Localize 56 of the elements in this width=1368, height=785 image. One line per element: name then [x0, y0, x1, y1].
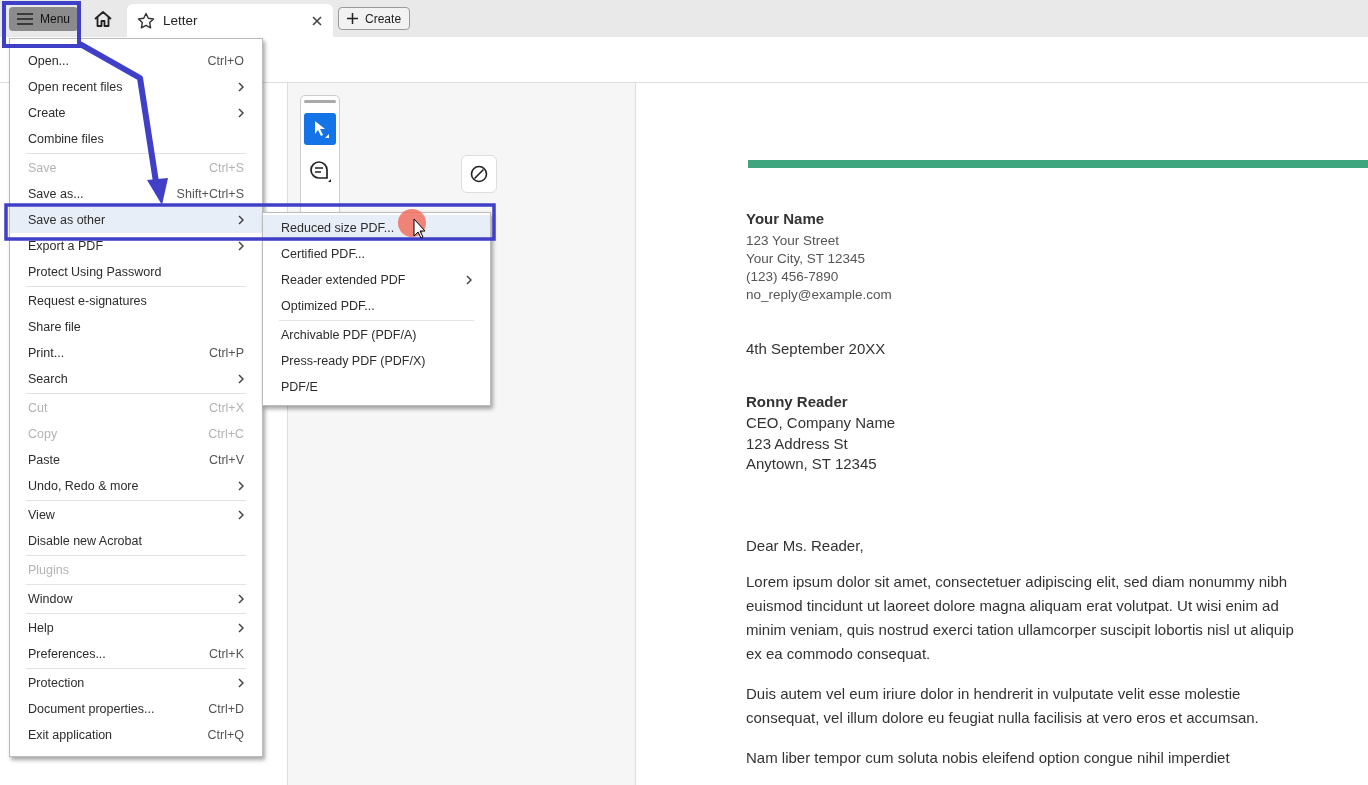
- letter-date: 4th September 20XX: [746, 340, 887, 357]
- sender-address-line: (123) 456-7890: [746, 268, 840, 286]
- menu-item[interactable]: Save as other: [10, 207, 262, 233]
- no-entry-button[interactable]: [461, 155, 497, 193]
- home-icon[interactable]: [93, 9, 114, 28]
- menu-item[interactable]: Window: [10, 586, 262, 612]
- salutation: Dear Ms. Reader,: [746, 536, 865, 554]
- menu-item[interactable]: Combine files: [10, 126, 262, 152]
- prohibited-icon: [470, 165, 488, 183]
- sender-name: Your Name: [746, 210, 826, 227]
- recipient-name: Ronny Reader: [746, 393, 849, 410]
- document-tab[interactable]: Letter: [127, 4, 334, 37]
- menu-item[interactable]: Archivable PDF (PDF/A): [263, 322, 490, 348]
- body-paragraph: Lorem ipsum dolor sit amet, consectetuer adipiscing elit, sed diam nonummy nibh euismod tincidunt ut laoreet dolore magna aliquam erat volutpat. Ut wisi enim ad minim veniam, quis nostrud exerci tation ullamcorper suscipit lobortis nisl ut aliquip ex ea commodo consequat.: [746, 571, 1295, 664]
- plus-icon: [347, 13, 359, 24]
- menu-button[interactable]: Menu: [9, 6, 79, 31]
- menu-item[interactable]: View: [10, 502, 262, 528]
- create-button[interactable]: Create: [338, 7, 411, 30]
- select-tool[interactable]: [304, 113, 336, 145]
- sender-address-line: no_reply@example.com: [746, 286, 893, 304]
- menu-item[interactable]: Help: [10, 615, 262, 641]
- menu-item[interactable]: Share file: [10, 314, 262, 340]
- menu-item[interactable]: Optimized PDF...: [263, 293, 490, 319]
- menu-item[interactable]: Press-ready PDF (PDF/X): [263, 348, 490, 374]
- cursor-icon: [413, 218, 426, 239]
- recipient-address-line: 123 Address St: [746, 433, 849, 454]
- menu-item[interactable]: Exit application Ctrl+Q: [10, 722, 262, 748]
- menu-item[interactable]: Open recent files: [10, 74, 262, 100]
- menu-item[interactable]: Reader extended PDF: [263, 267, 490, 293]
- menu-icon: [17, 12, 33, 25]
- recipient-address-line: Anytown, ST 12345: [746, 454, 878, 474]
- menu-item[interactable]: Search: [10, 366, 262, 392]
- menu-item[interactable]: Paste Ctrl+V: [10, 447, 262, 473]
- menu-item[interactable]: PDF/E: [263, 374, 490, 400]
- menu-item[interactable]: Preferences... Ctrl+K: [10, 641, 262, 667]
- sender-address-line: Your City, ST 12345: [746, 250, 867, 268]
- menu-item[interactable]: Undo, Redo & more: [10, 473, 262, 499]
- recipient-address-line: CEO, Company Name: [746, 413, 897, 433]
- body-paragraph: Nam liber tempor cum soluta nobis eleifend option congue nihil imperdiet: [746, 747, 1231, 768]
- tab-label: Letter: [163, 13, 199, 28]
- menu-item[interactable]: Open... Ctrl+O: [10, 48, 262, 74]
- sender-address-line: 123 Your Street: [746, 232, 841, 250]
- close-icon[interactable]: [311, 14, 324, 27]
- menu-item[interactable]: Document properties... Ctrl+D: [10, 696, 262, 722]
- menu-item[interactable]: Disable new Acrobat: [10, 528, 262, 554]
- star-icon: [137, 11, 156, 30]
- menu-item[interactable]: Request e-signatures: [10, 288, 262, 314]
- menu-item[interactable]: Save as... Shift+Ctrl+S: [10, 181, 262, 207]
- comment-icon: [309, 160, 331, 182]
- body-paragraph: Duis autem vel eum iriure dolor in hendrerit in vulputate velit esse molestie consequat, vel illum dolore eu feugiat nulla facilisis at vero eros et accumsan.: [746, 683, 1260, 728]
- menu-item[interactable]: Print... Ctrl+P: [10, 340, 262, 366]
- menu-item[interactable]: Certified PDF...: [263, 241, 490, 267]
- menu-item[interactable]: Export a PDF: [10, 233, 262, 259]
- menu-item[interactable]: Protection: [10, 670, 262, 696]
- menu-item[interactable]: Create: [10, 100, 262, 126]
- menu-item[interactable]: Protect Using Password: [10, 259, 262, 285]
